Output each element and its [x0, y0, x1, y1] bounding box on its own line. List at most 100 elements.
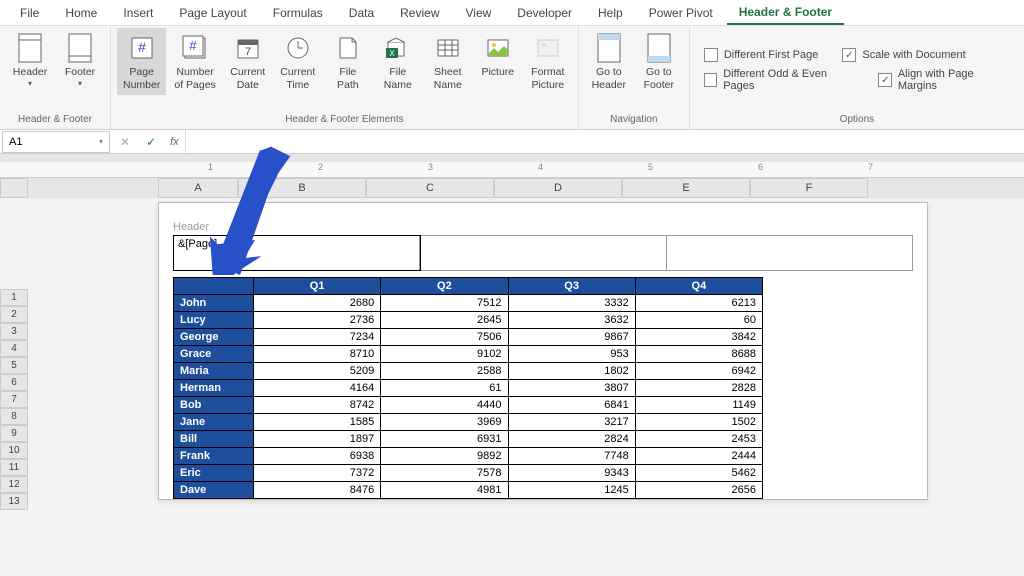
data-cell[interactable]: 8688: [635, 346, 762, 363]
data-cell[interactable]: 3632: [508, 312, 635, 329]
row-header-13[interactable]: 13: [0, 493, 28, 510]
name-box[interactable]: A1 ▾: [2, 131, 110, 153]
name-cell[interactable]: John: [174, 295, 254, 312]
data-cell[interactable]: 9892: [381, 448, 508, 465]
data-cell[interactable]: 2656: [635, 482, 762, 499]
name-cell[interactable]: Dave: [174, 482, 254, 499]
header-right-box[interactable]: [667, 236, 912, 270]
data-cell[interactable]: 4164: [254, 380, 381, 397]
menu-tab-header-footer[interactable]: Header & Footer: [727, 1, 844, 25]
data-cell[interactable]: 7578: [381, 465, 508, 482]
data-cell[interactable]: 4981: [381, 482, 508, 499]
data-cell[interactable]: 5462: [635, 465, 762, 482]
name-cell[interactable]: Bob: [174, 397, 254, 414]
row-header-5[interactable]: 5: [0, 357, 28, 374]
data-cell[interactable]: 6942: [635, 363, 762, 380]
name-cell[interactable]: Lucy: [174, 312, 254, 329]
data-cell[interactable]: 2736: [254, 312, 381, 329]
row-header-10[interactable]: 10: [0, 442, 28, 459]
current-date-button[interactable]: 7CurrentDate: [224, 28, 272, 95]
name-cell[interactable]: Maria: [174, 363, 254, 380]
data-cell[interactable]: 9343: [508, 465, 635, 482]
data-cell[interactable]: 7748: [508, 448, 635, 465]
name-cell[interactable]: Grace: [174, 346, 254, 363]
data-cell[interactable]: 6931: [381, 431, 508, 448]
row-header-11[interactable]: 11: [0, 459, 28, 476]
data-cell[interactable]: 7372: [254, 465, 381, 482]
data-cell[interactable]: 953: [508, 346, 635, 363]
name-cell[interactable]: Jane: [174, 414, 254, 431]
sheet-name-button[interactable]: SheetName: [424, 28, 472, 95]
formula-input[interactable]: [185, 130, 1024, 153]
fx-icon[interactable]: fx: [164, 136, 185, 148]
page-number-button[interactable]: #PageNumber: [117, 28, 166, 95]
picture-button[interactable]: Picture: [474, 28, 522, 83]
data-cell[interactable]: 2453: [635, 431, 762, 448]
col-header-d[interactable]: D: [494, 178, 622, 198]
menu-tab-page-layout[interactable]: Page Layout: [167, 2, 258, 24]
option-scale-with-document[interactable]: ✓Scale with Document: [842, 48, 965, 62]
table-header[interactable]: Q4: [635, 278, 762, 295]
row-header-8[interactable]: 8: [0, 408, 28, 425]
data-cell[interactable]: 8710: [254, 346, 381, 363]
row-header-1[interactable]: 1: [0, 289, 28, 306]
data-cell[interactable]: 7512: [381, 295, 508, 312]
enter-icon[interactable]: ✓: [138, 135, 164, 149]
data-cell[interactable]: 2645: [381, 312, 508, 329]
menu-tab-view[interactable]: View: [454, 2, 504, 24]
header-button[interactable]: Header ▾: [6, 28, 54, 92]
current-time-button[interactable]: CurrentTime: [274, 28, 322, 95]
menu-tab-review[interactable]: Review: [388, 2, 451, 24]
row-header-2[interactable]: 2: [0, 306, 28, 323]
menu-tab-power-pivot[interactable]: Power Pivot: [637, 2, 725, 24]
row-header-7[interactable]: 7: [0, 391, 28, 408]
col-header-e[interactable]: E: [622, 178, 750, 198]
data-cell[interactable]: 1245: [508, 482, 635, 499]
menu-tab-developer[interactable]: Developer: [505, 2, 584, 24]
data-cell[interactable]: 2680: [254, 295, 381, 312]
data-cell[interactable]: 3217: [508, 414, 635, 431]
col-header-f[interactable]: F: [750, 178, 868, 198]
data-cell[interactable]: 2444: [635, 448, 762, 465]
option-different-odd-even-pages[interactable]: Different Odd & Even Pages: [704, 68, 855, 92]
option-different-first-page[interactable]: Different First Page: [704, 48, 819, 62]
row-header-12[interactable]: 12: [0, 476, 28, 493]
data-cell[interactable]: 4440: [381, 397, 508, 414]
data-cell[interactable]: 6938: [254, 448, 381, 465]
file-path-button[interactable]: FilePath: [324, 28, 372, 95]
data-cell[interactable]: 7234: [254, 329, 381, 346]
row-header-3[interactable]: 3: [0, 323, 28, 340]
data-cell[interactable]: 61: [381, 380, 508, 397]
menu-tab-help[interactable]: Help: [586, 2, 635, 24]
cancel-icon[interactable]: ✕: [112, 135, 138, 149]
menu-tab-home[interactable]: Home: [53, 2, 109, 24]
data-cell[interactable]: 2588: [381, 363, 508, 380]
data-cell[interactable]: 1149: [635, 397, 762, 414]
data-cell[interactable]: 3332: [508, 295, 635, 312]
table-header[interactable]: [174, 278, 254, 295]
data-cell[interactable]: 6841: [508, 397, 635, 414]
col-header-c[interactable]: C: [366, 178, 494, 198]
menu-tab-data[interactable]: Data: [337, 2, 386, 24]
row-header-4[interactable]: 4: [0, 340, 28, 357]
data-cell[interactable]: 7506: [381, 329, 508, 346]
menu-tab-formulas[interactable]: Formulas: [261, 2, 335, 24]
data-cell[interactable]: 6213: [635, 295, 762, 312]
file-name-button[interactable]: XFileName: [374, 28, 422, 95]
row-header-6[interactable]: 6: [0, 374, 28, 391]
data-cell[interactable]: 2824: [508, 431, 635, 448]
select-all-corner[interactable]: [0, 178, 28, 198]
header-center-box[interactable]: [420, 236, 666, 270]
menu-tab-file[interactable]: File: [8, 2, 51, 24]
name-cell[interactable]: Herman: [174, 380, 254, 397]
name-cell[interactable]: Bill: [174, 431, 254, 448]
option-align-with-page-margins[interactable]: ✓Align with Page Margins: [878, 68, 1010, 92]
data-cell[interactable]: 3807: [508, 380, 635, 397]
name-cell[interactable]: George: [174, 329, 254, 346]
data-cell[interactable]: 3842: [635, 329, 762, 346]
name-cell[interactable]: Eric: [174, 465, 254, 482]
data-cell[interactable]: 60: [635, 312, 762, 329]
data-cell[interactable]: 9102: [381, 346, 508, 363]
data-cell[interactable]: 5209: [254, 363, 381, 380]
data-cell[interactable]: 1502: [635, 414, 762, 431]
